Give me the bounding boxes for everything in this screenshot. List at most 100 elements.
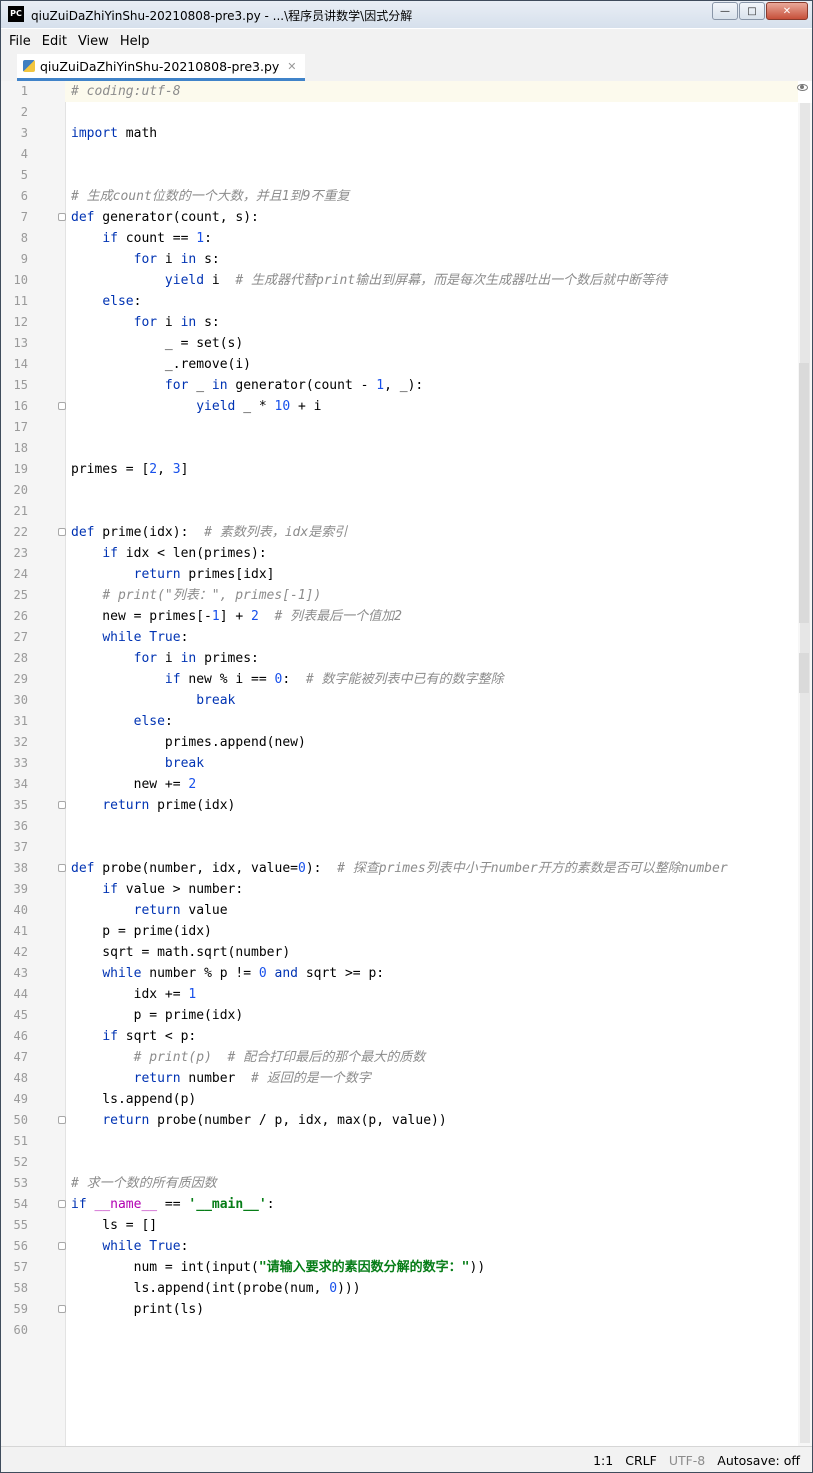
code-line[interactable]: 5 <box>1 165 798 186</box>
code-token: idx += <box>71 987 189 1002</box>
code-line[interactable]: 15 for _ in generator(count - 1, _): <box>1 375 798 396</box>
code-line[interactable]: 25 # print("列表：", primes[-1]) <box>1 585 798 606</box>
line-number: 46 <box>13 1029 28 1043</box>
code-line[interactable]: 49 ls.append(p) <box>1 1089 798 1110</box>
maximize-button[interactable]: □ <box>739 2 765 20</box>
code-line[interactable]: 29 if new % i == 0: # 数字能被列表中已有的数字整除 <box>1 669 798 690</box>
code-line[interactable]: 31 else: <box>1 711 798 732</box>
code-line[interactable]: 1 # coding:utf-8 <box>1 81 798 102</box>
code-line[interactable]: 27 while True: <box>1 627 798 648</box>
title-bar: PC qiuZuiDaZhiYinShu-20210808-pre3.py - … <box>1 1 812 28</box>
code-line[interactable]: 54 if __name__ == '__main__': <box>1 1194 798 1215</box>
tab-close-icon[interactable]: ✕ <box>287 60 296 73</box>
code-line[interactable]: 17 <box>1 417 798 438</box>
code-line[interactable]: 30 break <box>1 690 798 711</box>
code-line[interactable]: 45 p = prime(idx) <box>1 1005 798 1026</box>
code-line[interactable]: 26 new = primes[-1] + 2 # 列表最后一个值加2 <box>1 606 798 627</box>
editor-tab-active[interactable]: qiuZuiDaZhiYinShu-20210808-pre3.py ✕ <box>17 54 305 81</box>
code-token: if <box>102 546 118 561</box>
code-line[interactable]: 9 for i in s: <box>1 249 798 270</box>
status-bar: 1:1 CRLF UTF-8 Autosave: off <box>1 1446 812 1472</box>
code-line[interactable]: 21 <box>1 501 798 522</box>
code-text: _.remove(i) <box>71 354 251 375</box>
vertical-scrollbar[interactable] <box>798 103 812 1446</box>
code-line[interactable]: 43 while number % p != 0 and sqrt >= p: <box>1 963 798 984</box>
code-token: 2 <box>188 777 197 792</box>
fold-marker-icon[interactable] <box>58 1200 66 1208</box>
code-line[interactable]: 8 if count == 1: <box>1 228 798 249</box>
code-line[interactable]: 20 <box>1 480 798 501</box>
code-line[interactable]: 35 return prime(idx) <box>1 795 798 816</box>
line-ending[interactable]: CRLF <box>625 1453 657 1468</box>
caret-position[interactable]: 1:1 <box>593 1453 613 1468</box>
code-line[interactable]: 22 def prime(idx): # 素数列表，idx是索引 <box>1 522 798 543</box>
minimize-button[interactable]: — <box>712 2 738 20</box>
code-line[interactable]: 44 idx += 1 <box>1 984 798 1005</box>
menu-view[interactable]: View <box>78 34 109 49</box>
menu-help[interactable]: Help <box>120 34 150 49</box>
code-line[interactable]: 40 return value <box>1 900 798 921</box>
reader-mode-eye-icon[interactable] <box>797 84 808 91</box>
code-line[interactable]: 16 yield _ * 10 + i <box>1 396 798 417</box>
code-line[interactable]: 32 primes.append(new) <box>1 732 798 753</box>
code-line[interactable]: 57 num = int(input("请输入要求的素因数分解的数字：")) <box>1 1257 798 1278</box>
code-line[interactable]: 42 sqrt = math.sqrt(number) <box>1 942 798 963</box>
code-line[interactable]: 59 print(ls) <box>1 1299 798 1320</box>
code-line[interactable]: 58 ls.append(int(probe(num, 0))) <box>1 1278 798 1299</box>
code-line[interactable]: 10 yield i # 生成器代替print输出到屏幕，而是每次生成器吐出一个… <box>1 270 798 291</box>
code-line[interactable]: 39 if value > number: <box>1 879 798 900</box>
fold-marker-icon[interactable] <box>58 402 66 410</box>
code-line[interactable]: 34 new += 2 <box>1 774 798 795</box>
code-token: # 生成count位数的一个大数，并且1到9不重复 <box>71 189 350 204</box>
fold-marker-icon[interactable] <box>58 1116 66 1124</box>
code-line[interactable]: 55 ls = [] <box>1 1215 798 1236</box>
fold-marker-icon[interactable] <box>58 1242 66 1250</box>
code-line[interactable]: 60 <box>1 1320 798 1341</box>
code-line[interactable]: 3 import math <box>1 123 798 144</box>
code-line[interactable]: 53 # 求一个数的所有质因数 <box>1 1173 798 1194</box>
code-line[interactable]: 51 <box>1 1131 798 1152</box>
close-window-button[interactable]: ✕ <box>766 2 808 20</box>
code-line[interactable]: 7 def generator(count, s): <box>1 207 798 228</box>
code-line[interactable]: 13 _ = set(s) <box>1 333 798 354</box>
code-line[interactable]: 52 <box>1 1152 798 1173</box>
code-line[interactable]: 18 <box>1 438 798 459</box>
code-line[interactable]: 4 <box>1 144 798 165</box>
code-editor[interactable]: 1 # coding:utf-8 2 3 import math 4 5 6 # 生成count… <box>1 81 812 1446</box>
code-line[interactable]: 11 else: <box>1 291 798 312</box>
code-line[interactable]: 48 return number # 返回的是一个数字 <box>1 1068 798 1089</box>
code-line[interactable]: 33 break <box>1 753 798 774</box>
fold-marker-icon[interactable] <box>58 528 66 536</box>
code-line[interactable]: 46 if sqrt < p: <box>1 1026 798 1047</box>
code-line[interactable]: 6 # 生成count位数的一个大数，并且1到9不重复 <box>1 186 798 207</box>
code-line[interactable]: 47 # print(p) # 配合打印最后的那个最大的质数 <box>1 1047 798 1068</box>
fold-marker-icon[interactable] <box>58 801 66 809</box>
code-line[interactable]: 50 return probe(number / p, idx, max(p, … <box>1 1110 798 1131</box>
fold-marker-icon[interactable] <box>58 864 66 872</box>
menu-file[interactable]: File <box>9 34 31 49</box>
fold-marker-icon[interactable] <box>58 1305 66 1313</box>
code-line[interactable]: 24 return primes[idx] <box>1 564 798 585</box>
line-number: 44 <box>13 987 28 1001</box>
file-encoding[interactable]: UTF-8 <box>669 1453 705 1468</box>
line-number: 41 <box>13 924 28 938</box>
code-line[interactable]: 36 <box>1 816 798 837</box>
fold-marker-icon[interactable] <box>58 213 66 221</box>
code-line[interactable]: 12 for i in s: <box>1 312 798 333</box>
code-line[interactable]: 28 for i in primes: <box>1 648 798 669</box>
scrollbar-thumb[interactable] <box>800 103 810 1443</box>
menu-edit[interactable]: Edit <box>42 34 67 49</box>
code-line[interactable]: 38 def probe(number, idx, value=0): # 探查p… <box>1 858 798 879</box>
autosave-status[interactable]: Autosave: off <box>717 1453 800 1468</box>
code-line[interactable]: 41 p = prime(idx) <box>1 921 798 942</box>
code-line[interactable]: 14 _.remove(i) <box>1 354 798 375</box>
code-line[interactable]: 56 while True: <box>1 1236 798 1257</box>
code-line[interactable]: 37 <box>1 837 798 858</box>
code-line[interactable]: 19 primes = [2, 3] <box>1 459 798 480</box>
code-line[interactable]: 23 if idx < len(primes): <box>1 543 798 564</box>
code-line[interactable]: 2 <box>1 102 798 123</box>
code-token: 1 <box>188 987 197 1002</box>
code-token: : <box>282 672 306 687</box>
